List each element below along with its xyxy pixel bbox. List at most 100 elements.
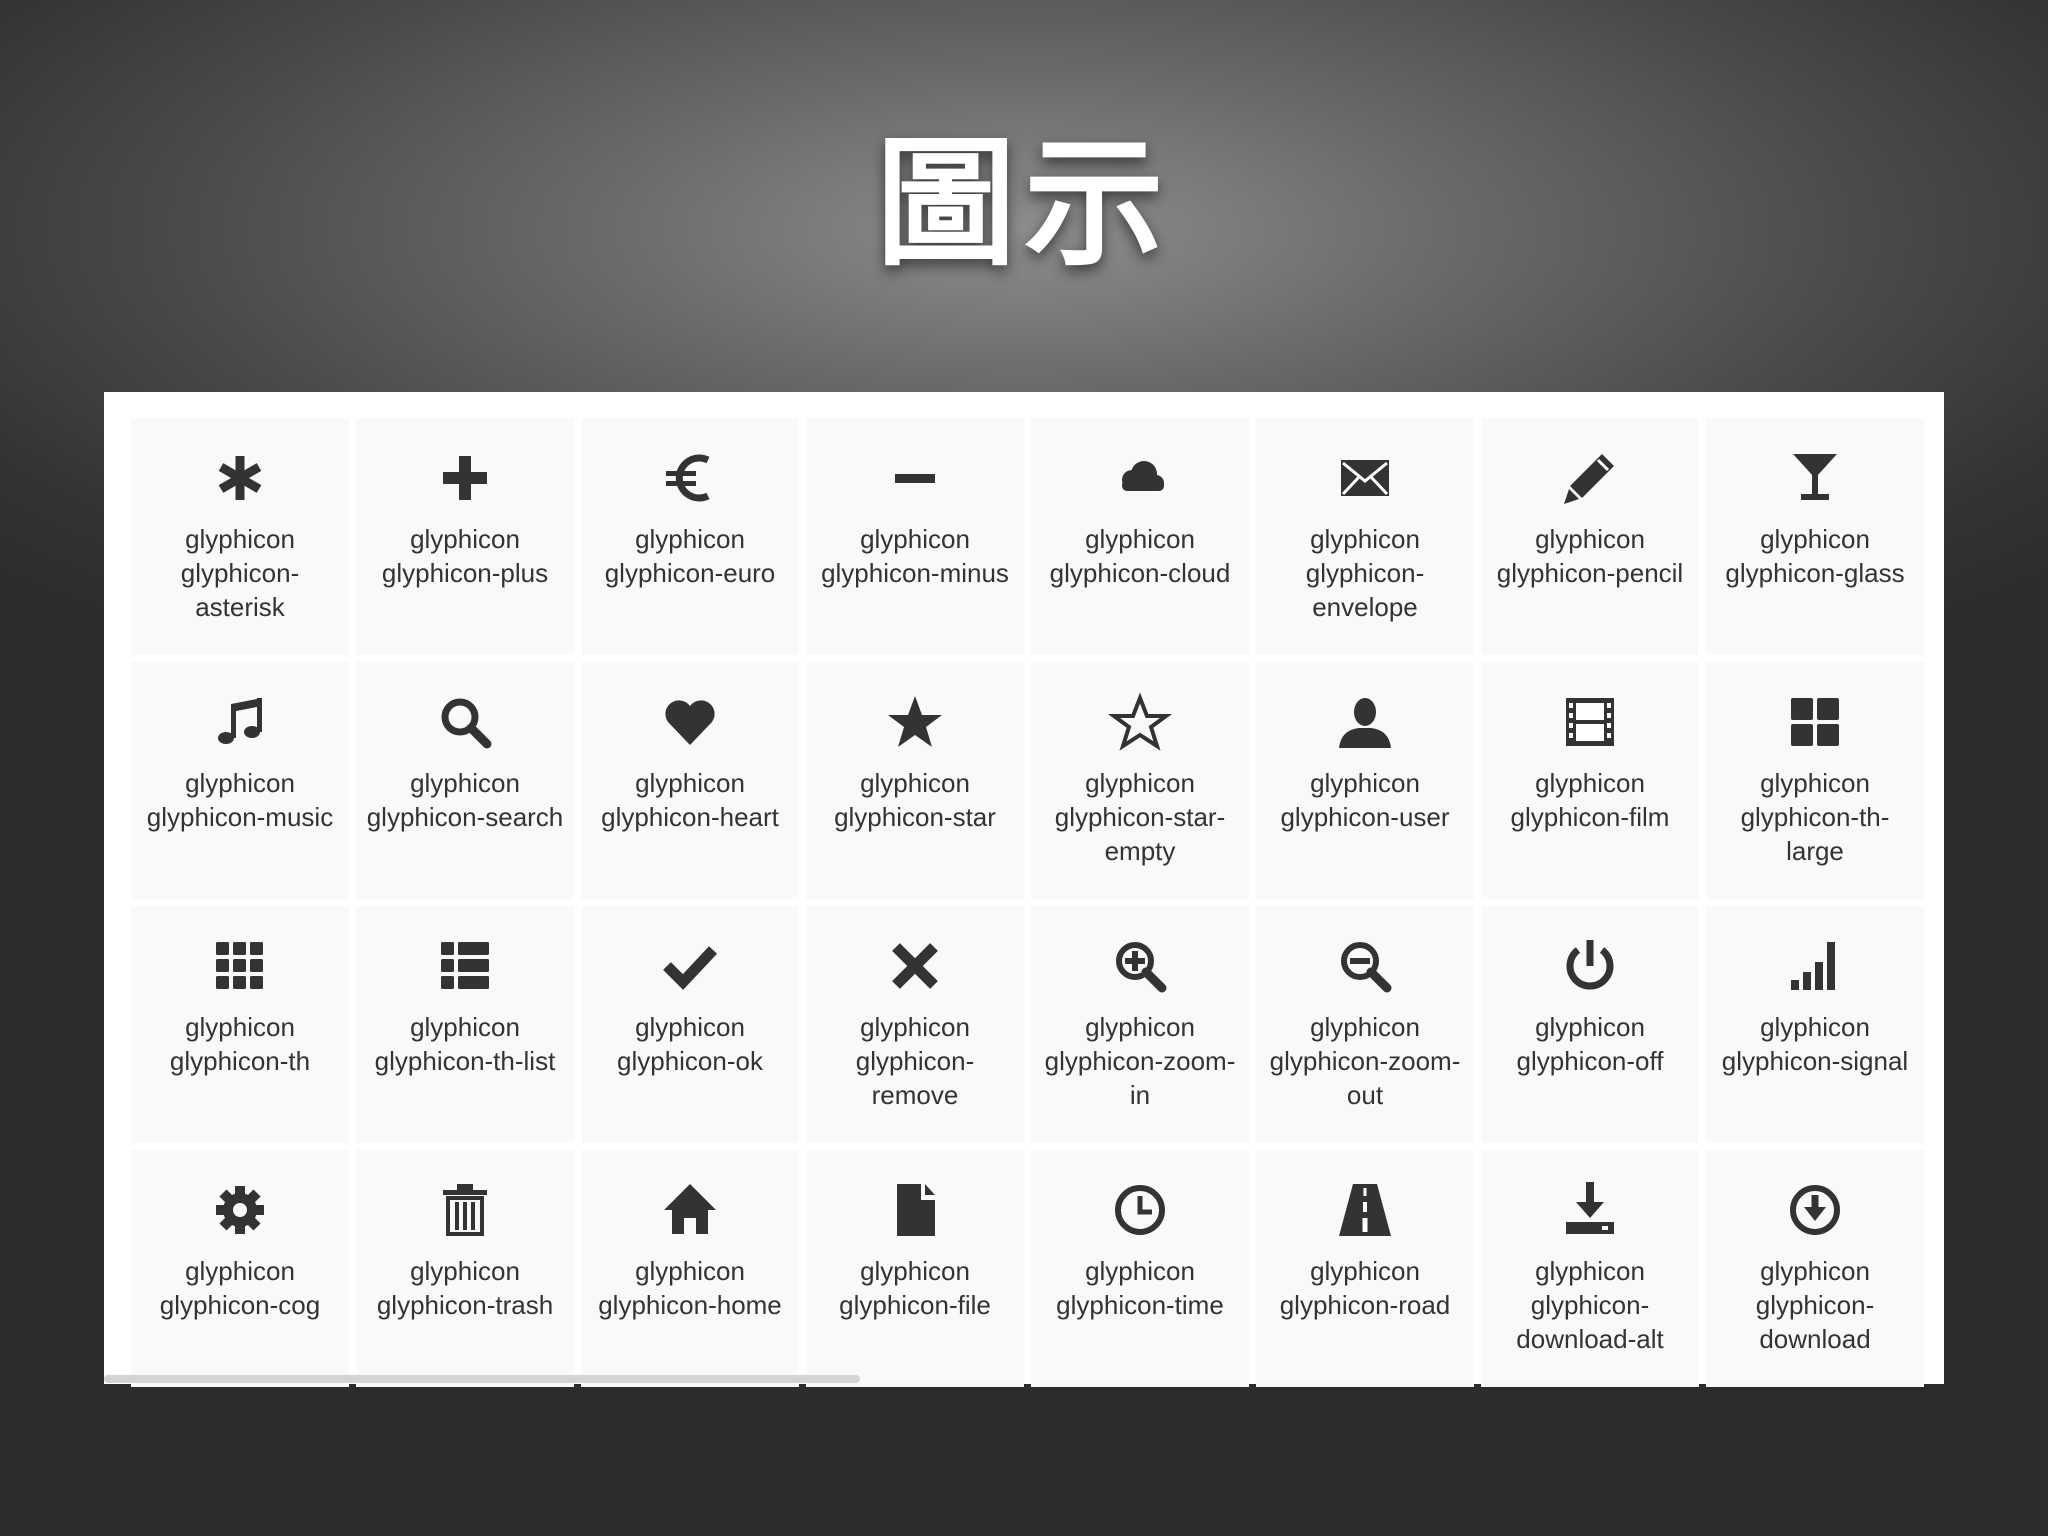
icon-cell-road: glyphicon glyphicon-road — [1256, 1150, 1474, 1387]
icon-label: glyphicon glyphicon-star — [834, 768, 996, 832]
icon-cell-cloud: glyphicon glyphicon-cloud — [1031, 418, 1249, 655]
icon-grid: glyphicon glyphicon-asterisk glyphicon g… — [131, 418, 1937, 1387]
icon-label: glyphicon glyphicon-download — [1755, 1256, 1875, 1354]
icon-label: glyphicon glyphicon-user — [1280, 768, 1450, 832]
asterisk-icon — [208, 446, 272, 510]
icon-label: glyphicon glyphicon-off — [1516, 1012, 1664, 1076]
icon-cell-th: glyphicon glyphicon-th — [131, 906, 349, 1143]
icon-label: glyphicon glyphicon-th-list — [374, 1012, 556, 1076]
heart-icon — [658, 690, 722, 754]
icon-label: glyphicon glyphicon-zoom-out — [1269, 1012, 1461, 1110]
icon-label: glyphicon glyphicon-cog — [159, 1256, 321, 1320]
trash-icon — [433, 1178, 497, 1242]
icon-cell-download: glyphicon glyphicon-download — [1706, 1150, 1924, 1387]
icon-cell-file: glyphicon glyphicon-file — [806, 1150, 1024, 1387]
music-icon — [208, 690, 272, 754]
icon-cell-search: glyphicon glyphicon-search — [356, 662, 574, 899]
icon-cell-glass: glyphicon glyphicon-glass — [1706, 418, 1924, 655]
icon-label: glyphicon glyphicon-glass — [1725, 524, 1905, 588]
star-empty-icon — [1108, 690, 1172, 754]
icon-cell-off: glyphicon glyphicon-off — [1481, 906, 1699, 1143]
ok-icon — [658, 934, 722, 998]
icon-cell-asterisk: glyphicon glyphicon-asterisk — [131, 418, 349, 655]
glyphicon-panel: glyphicon glyphicon-asterisk glyphicon g… — [104, 392, 1944, 1387]
road-icon — [1333, 1178, 1397, 1242]
icon-label: glyphicon glyphicon-pencil — [1496, 524, 1684, 588]
icon-cell-ok: glyphicon glyphicon-ok — [581, 906, 799, 1143]
euro-icon — [658, 446, 722, 510]
horizontal-scrollbar[interactable] — [104, 1375, 860, 1383]
icon-label: glyphicon glyphicon-ok — [617, 1012, 763, 1076]
icon-cell-user: glyphicon glyphicon-user — [1256, 662, 1474, 899]
icon-cell-home: glyphicon glyphicon-home — [581, 1150, 799, 1387]
icon-cell-pencil: glyphicon glyphicon-pencil — [1481, 418, 1699, 655]
icon-label: glyphicon glyphicon-envelope — [1305, 524, 1425, 622]
icon-cell-time: glyphicon glyphicon-time — [1031, 1150, 1249, 1387]
star-icon — [883, 690, 947, 754]
icon-cell-remove: glyphicon glyphicon-remove — [806, 906, 1024, 1143]
time-icon — [1108, 1178, 1172, 1242]
icon-label: glyphicon glyphicon-zoom-in — [1044, 1012, 1236, 1110]
icon-label: glyphicon glyphicon-file — [839, 1256, 991, 1320]
icon-label: glyphicon glyphicon-euro — [604, 524, 776, 588]
remove-icon — [883, 934, 947, 998]
icon-label: glyphicon glyphicon-home — [598, 1256, 782, 1320]
download-alt-icon — [1558, 1178, 1622, 1242]
icon-label: glyphicon glyphicon-minus — [821, 524, 1009, 588]
icon-cell-music: glyphicon glyphicon-music — [131, 662, 349, 899]
icon-label: glyphicon glyphicon-film — [1510, 768, 1670, 832]
cog-icon — [208, 1178, 272, 1242]
icon-cell-plus: glyphicon glyphicon-plus — [356, 418, 574, 655]
file-icon — [883, 1178, 947, 1242]
slide-title: 圖示 — [875, 123, 1172, 286]
icon-label: glyphicon glyphicon-th — [169, 1012, 311, 1076]
icon-label: glyphicon glyphicon-download-alt — [1516, 1256, 1664, 1354]
icon-cell-signal: glyphicon glyphicon-signal — [1706, 906, 1924, 1143]
icon-cell-star: glyphicon glyphicon-star — [806, 662, 1024, 899]
icon-cell-th-large: glyphicon glyphicon-th-large — [1706, 662, 1924, 899]
plus-icon — [433, 446, 497, 510]
icon-cell-download-alt: glyphicon glyphicon-download-alt — [1481, 1150, 1699, 1387]
film-icon — [1558, 690, 1622, 754]
zoom-in-icon — [1108, 934, 1172, 998]
icon-label: glyphicon glyphicon-music — [146, 768, 334, 832]
glass-icon — [1783, 446, 1847, 510]
envelope-icon — [1333, 446, 1397, 510]
icon-cell-zoom-out: glyphicon glyphicon-zoom-out — [1256, 906, 1474, 1143]
icon-label: glyphicon glyphicon-heart — [601, 768, 779, 832]
icon-label: glyphicon glyphicon-trash — [376, 1256, 554, 1320]
icon-cell-minus: glyphicon glyphicon-minus — [806, 418, 1024, 655]
icon-label: glyphicon glyphicon-road — [1279, 1256, 1451, 1320]
icon-cell-euro: glyphicon glyphicon-euro — [581, 418, 799, 655]
zoom-out-icon — [1333, 934, 1397, 998]
icon-label: glyphicon glyphicon-star-empty — [1054, 768, 1226, 866]
off-icon — [1558, 934, 1622, 998]
download-icon — [1783, 1178, 1847, 1242]
icon-label: glyphicon glyphicon-asterisk — [180, 524, 300, 622]
icon-label: glyphicon glyphicon-remove — [855, 1012, 975, 1110]
icon-label: glyphicon glyphicon-search — [366, 768, 564, 832]
icon-cell-heart: glyphicon glyphicon-heart — [581, 662, 799, 899]
minus-icon — [883, 446, 947, 510]
icon-label: glyphicon glyphicon-signal — [1721, 1012, 1909, 1076]
icon-cell-zoom-in: glyphicon glyphicon-zoom-in — [1031, 906, 1249, 1143]
signal-icon — [1783, 934, 1847, 998]
icon-cell-envelope: glyphicon glyphicon-envelope — [1256, 418, 1474, 655]
icon-cell-th-list: glyphicon glyphicon-th-list — [356, 906, 574, 1143]
pencil-icon — [1558, 446, 1622, 510]
icon-cell-film: glyphicon glyphicon-film — [1481, 662, 1699, 899]
search-icon — [433, 690, 497, 754]
icon-cell-cog: glyphicon glyphicon-cog — [131, 1150, 349, 1387]
th-icon — [208, 934, 272, 998]
icon-label: glyphicon glyphicon-plus — [381, 524, 549, 588]
home-icon — [658, 1178, 722, 1242]
icon-label: glyphicon glyphicon-th-large — [1740, 768, 1890, 866]
th-list-icon — [433, 934, 497, 998]
icon-label: glyphicon glyphicon-cloud — [1049, 524, 1231, 588]
user-icon — [1333, 690, 1397, 754]
icon-cell-trash: glyphicon glyphicon-trash — [356, 1150, 574, 1387]
th-large-icon — [1783, 690, 1847, 754]
cloud-icon — [1108, 446, 1172, 510]
icon-label: glyphicon glyphicon-time — [1056, 1256, 1224, 1320]
icon-cell-star-empty: glyphicon glyphicon-star-empty — [1031, 662, 1249, 899]
